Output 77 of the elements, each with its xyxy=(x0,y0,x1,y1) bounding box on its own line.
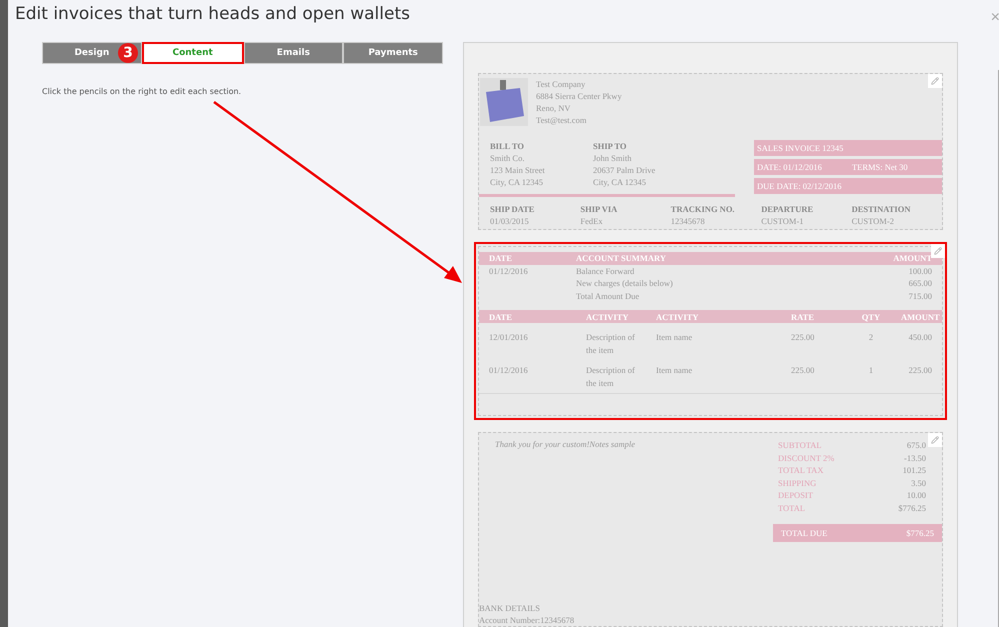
pencil-icon xyxy=(931,436,939,444)
table-cell-text: 715.00 xyxy=(908,290,932,302)
invoice-header-section[interactable] xyxy=(478,72,943,230)
total-due-bar: TOTAL DUE $776.25 xyxy=(773,524,942,542)
shipping-heading: SHIP VIA xyxy=(580,202,618,214)
table-cell-text: Item name xyxy=(656,331,694,344)
table-cell-text: Item name xyxy=(656,364,694,377)
summary-header-bar: DATE ACCOUNT SUMMARY AMOUNT xyxy=(479,252,942,264)
invoice-info-bar: SALES INVOICE 12345 xyxy=(754,140,942,156)
bank-details-text: Account Number:12345678 xyxy=(479,614,576,626)
total-value: 3.50 xyxy=(911,476,926,489)
address-heading: BILL TO xyxy=(490,140,525,152)
total-label: TOTAL TAX xyxy=(778,464,824,476)
tab[interactable]: Emails xyxy=(244,42,344,64)
edit-section-button[interactable] xyxy=(931,244,945,258)
table-cell-text: 225.00 xyxy=(791,364,816,377)
address-line: John Smith xyxy=(593,152,632,164)
shipping-heading: DESTINATION xyxy=(852,202,912,214)
close-button[interactable]: × xyxy=(990,10,999,26)
table-cell-text: 100.00 xyxy=(908,264,932,277)
total-value: 101.25 xyxy=(902,464,926,476)
total-value: $776.25 xyxy=(898,502,926,514)
shipping-value: 12345678 xyxy=(670,214,706,226)
address-line: City, CA 12345 xyxy=(593,176,648,188)
company-info: Test@test.com xyxy=(536,114,588,126)
invoice-info-bar: DUE DATE: 02/12/2016 xyxy=(754,178,942,194)
tab[interactable]: Payments xyxy=(343,42,443,64)
table-cell-text: 01/12/2016 xyxy=(489,264,529,277)
tab[interactable]: Content xyxy=(142,42,244,64)
total-value: 10.00 xyxy=(906,489,926,502)
table-cell-text: 225.00 xyxy=(908,364,932,377)
company-info: Test Company xyxy=(536,78,586,90)
table-cell-text: 01/12/2016 xyxy=(489,364,529,377)
total-label: SUBTOTAL xyxy=(778,439,822,452)
bank-details-text: BANK DETAILS xyxy=(479,602,541,614)
edit-section-button[interactable] xyxy=(928,433,942,447)
shipping-value: CUSTOM-2 xyxy=(852,214,895,226)
table-cell-text: Total Amount Due xyxy=(576,290,640,302)
table-cell-text: Balance Forward xyxy=(576,264,636,277)
table-cell-text: 665.00 xyxy=(908,277,932,290)
table-cell-text: 450.00 xyxy=(908,331,932,344)
company-info: Reno, NV xyxy=(536,102,572,114)
shipping-heading: TRACKING NO. xyxy=(670,202,736,214)
address-line: City, CA 12345 xyxy=(490,176,544,188)
activity-header-bar: DATE ACTIVITY ACTIVITY RATE QTY AMOUNT xyxy=(479,310,942,323)
account-summary-section[interactable] xyxy=(474,242,947,420)
address-line: Smith Co. xyxy=(490,152,526,164)
total-value: 675.0 xyxy=(906,439,926,452)
address-heading: SHIP TO xyxy=(593,140,628,152)
pencil-icon xyxy=(934,246,942,254)
shipping-value: 01/03/2015 xyxy=(490,214,530,226)
shipping-value: CUSTOM-1 xyxy=(761,214,805,226)
table-cell-text: 12/01/2016 xyxy=(489,331,529,344)
shipping-heading: SHIP DATE xyxy=(490,202,536,214)
shipping-heading: DEPARTURE xyxy=(761,202,814,214)
window-title: Edit invoices that turn heads and open wallets xyxy=(15,4,410,24)
table-cell-text: 1 xyxy=(868,364,874,377)
pencil-icon xyxy=(931,76,939,84)
total-label: SHIPPING xyxy=(778,476,816,489)
total-value: -13.50 xyxy=(904,452,926,464)
invoice-info-bar: DATE: 01/12/2016 TERMS: Net 30 xyxy=(754,158,942,174)
total-label: DISCOUNT 2% xyxy=(778,452,834,464)
total-label: TOTAL xyxy=(778,502,806,514)
address-line: 123 Main Street xyxy=(490,164,546,176)
instruction-text: Click the pencils on the right to edit each section. xyxy=(42,86,242,96)
total-label: DEPOSIT xyxy=(778,489,813,502)
table-cell-text: Description of the item xyxy=(586,331,636,356)
edit-section-button[interactable] xyxy=(928,74,942,88)
company-info: 6884 Sierra Center Pkwy xyxy=(536,90,622,102)
table-cell-text: 225.00 xyxy=(791,331,816,344)
table-cell-text: 2 xyxy=(868,331,874,344)
table-cell-text: New charges (details below) xyxy=(576,277,674,290)
table-cell-text: Description of the item xyxy=(586,364,636,389)
notes-text: Thank you for your custom!Notes sample xyxy=(495,439,636,449)
address-line: 20637 Palm Drive xyxy=(593,164,656,176)
invoice-footer-section[interactable]: Thank you for your custom!Notes sample SUBTOTAL 675.0 DISCOUNT 2% -13.50 TOTAL TAX 101.25 SHIPPING 3.50 DEPOSIT 10.00 TOTAL $776.25 TOTAL DUE $776.25 BANK DETAILS Account Number:12345678 xyxy=(478,432,943,627)
shipping-value: FedEx xyxy=(580,214,604,226)
